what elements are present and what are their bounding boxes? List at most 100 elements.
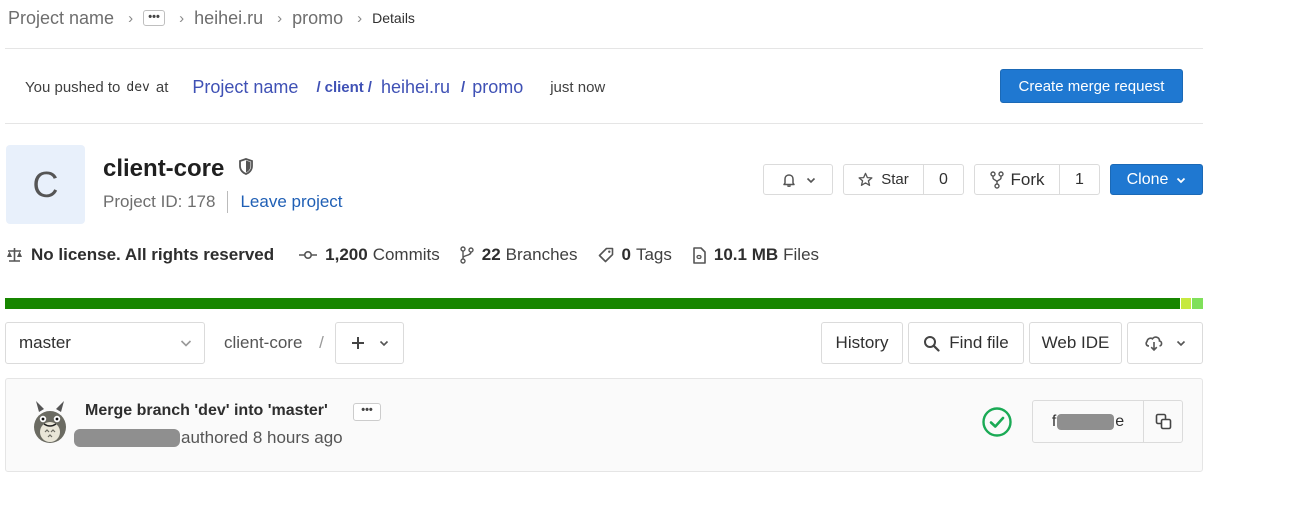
- push-time: just now: [550, 78, 606, 96]
- branches-label: Branches: [505, 245, 578, 264]
- language-bar-segment[interactable]: [1191, 298, 1203, 309]
- author-name-redacted[interactable]: [74, 429, 180, 447]
- tags-count: 0: [621, 245, 631, 264]
- find-file-label: Find file: [949, 333, 1009, 352]
- project-avatar: C: [6, 145, 85, 224]
- search-icon: [923, 335, 940, 352]
- commit-sha-redacted: [1057, 413, 1115, 430]
- repository-path: client-core /: [224, 333, 324, 353]
- fork-label: Fork: [1010, 169, 1045, 189]
- scale-icon: [7, 248, 22, 262]
- copy-icon: [1155, 413, 1172, 430]
- commits-label: Commits: [372, 245, 440, 264]
- tags-label: Tags: [635, 245, 672, 264]
- history-button[interactable]: History: [821, 322, 903, 364]
- bell-icon: [781, 172, 797, 188]
- files-stat[interactable]: 10.1 MB Files: [692, 245, 819, 265]
- branch-icon: [460, 246, 474, 264]
- download-dropdown-button[interactable]: [1127, 322, 1203, 364]
- last-commit-box: Merge branch 'dev' into 'master' ••• aut…: [5, 378, 1203, 472]
- star-button[interactable]: Star: [844, 165, 923, 194]
- project-id: Project ID: 178: [103, 192, 216, 211]
- license-label: No license. All rights reserved: [31, 245, 275, 264]
- find-file-button[interactable]: Find file: [908, 322, 1024, 364]
- notification-dropdown-button[interactable]: [763, 164, 833, 195]
- project-meta: Project ID: 178 Leave project: [103, 191, 343, 213]
- clone-label: Clone: [1126, 170, 1169, 188]
- push-path-client-link[interactable]: client: [325, 79, 364, 96]
- author-avatar[interactable]: [29, 400, 71, 449]
- divider: [5, 48, 1203, 49]
- fork-button[interactable]: Fork: [975, 165, 1059, 194]
- language-bar-segment[interactable]: [5, 298, 1181, 309]
- create-merge-request-button[interactable]: Create merge request: [1000, 69, 1183, 103]
- chevron-down-icon: [1176, 175, 1186, 185]
- branch-select[interactable]: master: [5, 322, 205, 364]
- branches-count: 22: [481, 245, 501, 264]
- push-branch[interactable]: dev: [126, 80, 149, 95]
- repository-language-bar[interactable]: [5, 298, 1203, 309]
- commit-author-line: authored 8 hours ago: [74, 428, 343, 448]
- breadcrumb-subgroup[interactable]: promo: [292, 8, 343, 29]
- chevron-down-icon: [379, 338, 389, 348]
- star-label: Star: [881, 171, 909, 188]
- commit-sha-link[interactable]: f e: [1033, 401, 1143, 442]
- breadcrumb-separator: ›: [277, 9, 283, 27]
- divider: [227, 191, 229, 213]
- fork-icon: [989, 170, 1004, 189]
- add-to-tree-dropdown[interactable]: [335, 322, 404, 364]
- commits-count: 1,200: [325, 245, 368, 264]
- branch-select-value: master: [19, 333, 71, 352]
- project-title-row: client-core: [103, 155, 253, 183]
- push-path-separator: /: [461, 78, 466, 96]
- fork-count[interactable]: 1: [1059, 165, 1099, 194]
- plus-icon: [351, 336, 365, 350]
- breadcrumb-separator: ›: [357, 9, 363, 27]
- breadcrumb-separator: ›: [179, 9, 185, 27]
- license-stat[interactable]: No license. All rights reserved: [6, 245, 279, 265]
- chevron-down-icon: [806, 175, 816, 185]
- file-icon: [693, 246, 706, 264]
- commit-sha-end: e: [1115, 412, 1125, 430]
- project-stats: No license. All rights reserved 1,200 Co…: [6, 243, 839, 267]
- branches-stat[interactable]: 22 Branches: [460, 245, 578, 265]
- commit-sha-group: f e: [1032, 400, 1183, 443]
- fork-button-group: Fork 1: [974, 164, 1100, 195]
- breadcrumb-ellipsis-button[interactable]: •••: [143, 10, 166, 26]
- tag-icon: [598, 247, 613, 263]
- commit-authored-time: authored 8 hours ago: [181, 428, 343, 447]
- files-size: 10.1 MB: [713, 245, 779, 264]
- pipeline-status-icon[interactable]: [981, 406, 1013, 438]
- push-path-promo-link[interactable]: promo: [472, 77, 523, 98]
- breadcrumb-project[interactable]: Project name: [8, 8, 114, 29]
- commit-icon: [299, 250, 318, 260]
- breadcrumb-group[interactable]: heihei.ru: [194, 8, 263, 29]
- push-prefix: You pushed to: [25, 78, 121, 96]
- chevron-down-icon: [1176, 338, 1186, 348]
- commit-title-link[interactable]: Merge branch 'dev' into 'master': [85, 402, 328, 420]
- clone-dropdown-button[interactable]: Clone: [1110, 164, 1203, 195]
- files-label: Files: [783, 245, 820, 264]
- push-at: at: [155, 78, 169, 96]
- breadcrumb-current: Details: [372, 10, 415, 26]
- project-name: client-core: [103, 155, 225, 182]
- shield-icon: [239, 158, 253, 175]
- star-count[interactable]: 0: [923, 165, 963, 194]
- push-banner: You pushed to dev at Project name / clie…: [25, 72, 605, 102]
- path-root-link[interactable]: client-core: [224, 333, 302, 352]
- tags-stat[interactable]: 0 Tags: [598, 245, 672, 265]
- push-path-project-link[interactable]: Project name: [192, 77, 298, 98]
- push-path-group-link[interactable]: heihei.ru: [381, 77, 450, 98]
- commit-sha-start: f: [1051, 412, 1057, 430]
- copy-sha-button[interactable]: [1143, 401, 1182, 442]
- web-ide-button[interactable]: Web IDE: [1029, 322, 1122, 364]
- commits-stat[interactable]: 1,200 Commits: [299, 245, 440, 265]
- divider: [5, 123, 1203, 124]
- leave-project-link[interactable]: Leave project: [240, 192, 342, 212]
- breadcrumb-separator: ›: [128, 9, 134, 27]
- breadcrumb: Project name › ••• › heihei.ru › promo ›…: [8, 5, 415, 31]
- commit-description-toggle[interactable]: •••: [353, 403, 381, 421]
- star-button-group: Star 0: [843, 164, 964, 195]
- push-path-separator: /: [316, 78, 321, 96]
- language-bar-segment[interactable]: [1180, 298, 1192, 309]
